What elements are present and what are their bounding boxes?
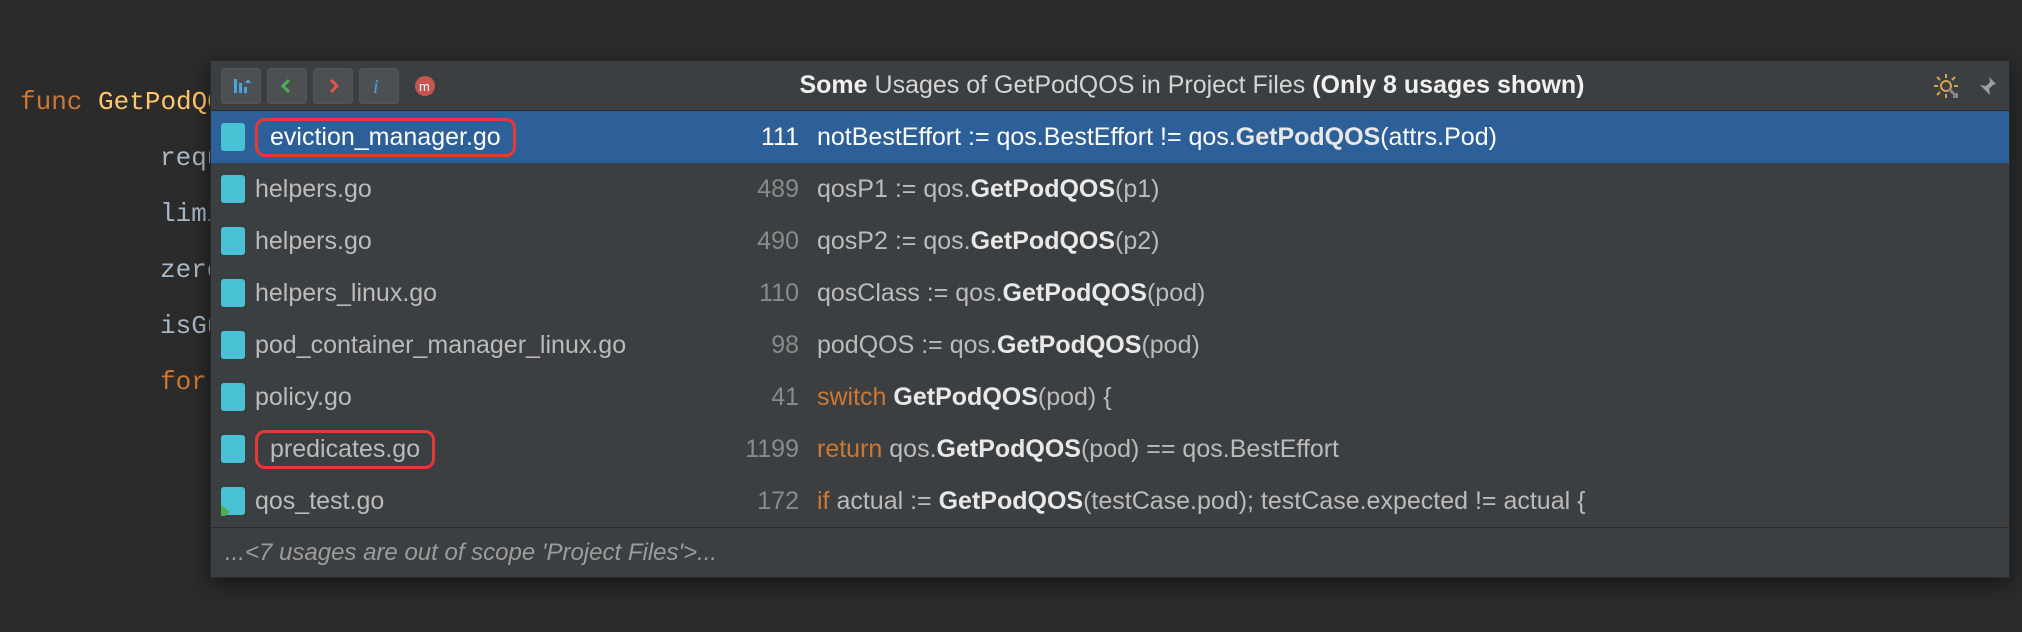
go-file-icon — [221, 487, 245, 515]
file-cell: helpers.go — [221, 227, 701, 256]
code-snippet: return qos.GetPodQOS(pod) == qos.BestEff… — [817, 435, 1999, 464]
usage-row[interactable]: pod_container_manager_linux.go 98 podQOS :… — [211, 319, 2009, 371]
usage-row[interactable]: helpers_linux.go 110 qosClass := qos.GetPo… — [211, 267, 2009, 319]
usage-row[interactable]: eviction_manager.go 111 notBestEffort := q… — [211, 111, 2009, 163]
title-prefix: Some — [799, 71, 867, 99]
maven-icon[interactable]: m — [405, 68, 445, 104]
line-number: 110 — [719, 279, 799, 308]
header-right — [1933, 73, 1999, 99]
pin-icon[interactable] — [1975, 74, 1999, 98]
code-snippet: if actual := GetPodQOS(testCase.pod); te… — [817, 487, 1999, 516]
code-snippet: podQOS := qos.GetPodQOS(pod) — [817, 331, 1999, 360]
usages-popup: i m Some Usages of GetPodQOS in Project … — [210, 60, 2010, 578]
file-name: eviction_manager.go — [255, 118, 516, 157]
keyword-for: for — [20, 354, 207, 410]
code-snippet: qosP1 := qos.GetPodQOS(p1) — [817, 175, 1999, 204]
file-name: helpers_linux.go — [255, 279, 437, 308]
code-snippet: switch GetPodQOS(pod) { — [817, 383, 1999, 412]
file-cell: predicates.go — [221, 430, 701, 469]
go-file-icon — [221, 435, 245, 463]
usage-row[interactable]: predicates.go 1199 return qos.GetPodQOS(po… — [211, 423, 2009, 475]
prev-usage-button[interactable] — [267, 68, 307, 104]
go-file-icon — [221, 383, 245, 411]
popup-header: i m Some Usages of GetPodQOS in Project … — [211, 61, 2009, 111]
file-cell: pod_container_manager_linux.go — [221, 331, 701, 360]
go-file-icon — [221, 175, 245, 203]
title-suffix: (Only 8 usages shown) — [1312, 71, 1584, 99]
usage-row[interactable]: policy.go 41 switch GetPodQOS(pod) { — [211, 371, 2009, 423]
info-button[interactable]: i — [359, 68, 399, 104]
go-file-icon — [221, 279, 245, 307]
code-snippet: notBestEffort := qos.BestEffort != qos.G… — [817, 123, 1999, 152]
code-fragment: limi — [20, 186, 222, 242]
footer-text: ...<7 usages are out of scope 'Project F… — [225, 539, 717, 567]
file-cell: policy.go — [221, 383, 701, 412]
usage-list: eviction_manager.go 111 notBestEffort := q… — [211, 111, 2009, 527]
line-number: 111 — [719, 123, 799, 152]
sort-button[interactable] — [221, 68, 261, 104]
go-file-icon — [221, 331, 245, 359]
line-number: 98 — [719, 331, 799, 360]
popup-footer: ...<7 usages are out of scope 'Project F… — [211, 527, 2009, 577]
code-snippet: qosP2 := qos.GetPodQOS(p2) — [817, 227, 1999, 256]
file-name: policy.go — [255, 383, 352, 412]
line-number: 1199 — [719, 435, 799, 464]
keyword-func: func — [20, 87, 82, 117]
settings-icon[interactable] — [1933, 73, 1959, 99]
line-number: 172 — [719, 487, 799, 516]
file-cell: helpers_linux.go — [221, 279, 701, 308]
line-number: 489 — [719, 175, 799, 204]
title-mid: Usages of GetPodQOS in Project Files — [868, 71, 1313, 99]
file-cell: qos_test.go — [221, 487, 701, 516]
file-name: helpers.go — [255, 175, 372, 204]
code-snippet: qosClass := qos.GetPodQOS(pod) — [817, 279, 1999, 308]
code-fragment: isGu — [20, 298, 222, 354]
file-name: pod_container_manager_linux.go — [255, 331, 626, 360]
file-cell: eviction_manager.go — [221, 118, 701, 157]
code-fragment: requ — [20, 130, 222, 186]
line-number: 41 — [719, 383, 799, 412]
usage-row[interactable]: qos_test.go 172 if actual := GetPodQOS(tes… — [211, 475, 2009, 527]
next-usage-button[interactable] — [313, 68, 353, 104]
svg-text:i: i — [373, 76, 379, 97]
go-file-icon — [221, 227, 245, 255]
usage-row[interactable]: helpers.go 490 qosP2 := qos.GetPodQOS(p2) — [211, 215, 2009, 267]
usage-row[interactable]: helpers.go 489 qosP1 := qos.GetPodQOS(p1) — [211, 163, 2009, 215]
file-name: predicates.go — [255, 430, 435, 469]
code-fragment: zero — [20, 242, 222, 298]
file-name: helpers.go — [255, 227, 372, 256]
file-name: qos_test.go — [255, 487, 384, 516]
line-number: 490 — [719, 227, 799, 256]
popup-title: Some Usages of GetPodQOS in Project File… — [451, 71, 1933, 100]
svg-text:m: m — [419, 79, 430, 94]
go-file-icon — [221, 123, 245, 151]
file-cell: helpers.go — [221, 175, 701, 204]
